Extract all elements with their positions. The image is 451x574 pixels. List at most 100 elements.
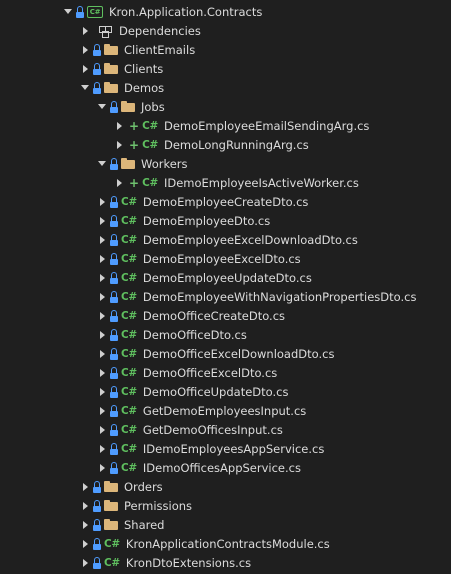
tree-item-cs[interactable]: C# IDemoEmployeesAppService.cs [0, 439, 451, 458]
tree-item-label: IDemoEmployeeIsActiveWorker.cs [163, 175, 359, 190]
chevron-right-icon[interactable] [81, 501, 89, 511]
chevron-right-icon[interactable] [81, 520, 89, 530]
tree-item-cs[interactable]: C# DemoOfficeUpdateDto.cs [0, 382, 451, 401]
lock-icon [93, 537, 101, 550]
chevron-right-icon[interactable] [98, 406, 106, 416]
chevron-right-icon[interactable] [98, 216, 106, 226]
tree-item-label: DemoEmployeeWithNavigationPropertiesDto.… [142, 289, 417, 304]
csharp-file-icon: C# [142, 138, 158, 151]
csharp-file-icon: C# [121, 423, 137, 436]
chevron-right-icon[interactable] [98, 368, 106, 378]
tree-item-label: KronApplicationContractsModule.cs [125, 536, 330, 551]
tree-item-cs[interactable]: C# DemoEmployeeExcelDownloadDto.cs [0, 230, 451, 249]
chevron-right-icon[interactable] [98, 254, 106, 264]
chevron-right-icon[interactable] [81, 45, 89, 55]
tree-item-cs[interactable]: C# DemoEmployeeDto.cs [0, 211, 451, 230]
tree-item-cs[interactable]: C# GetDemoEmployeesInput.cs [0, 401, 451, 420]
tree-item-folder[interactable]: Permissions [0, 496, 451, 515]
lock-icon [110, 404, 118, 417]
tree-item-label: DemoOfficeExcelDto.cs [142, 365, 278, 380]
chevron-down-icon[interactable] [81, 83, 89, 93]
chevron-right-icon[interactable] [81, 26, 89, 36]
tree-item-folder[interactable]: ClientEmails [0, 40, 451, 59]
tree-item-cs[interactable]: C# DemoOfficeExcelDto.cs [0, 363, 451, 382]
tree-item-project[interactable]: C# Kron.Application.Contracts [0, 2, 451, 21]
chevron-right-icon[interactable] [98, 349, 106, 359]
chevron-right-icon[interactable] [81, 64, 89, 74]
chevron-right-icon[interactable] [98, 235, 106, 245]
folder-icon [104, 63, 118, 74]
chevron-down-icon[interactable] [64, 7, 72, 17]
tree-item-label: DemoEmployeeUpdateDto.cs [142, 270, 312, 285]
tree-item-label: ClientEmails [124, 42, 196, 57]
tree-item-cs[interactable]: C# DemoEmployeeExcelDto.cs [0, 249, 451, 268]
tree-item-cs[interactable]: C# DemoEmployeeUpdateDto.cs [0, 268, 451, 287]
chevron-down-icon[interactable] [98, 159, 106, 169]
chevron-right-icon[interactable] [81, 558, 89, 568]
folder-icon [104, 481, 118, 492]
tree-item-label: DemoOfficeExcelDownloadDto.cs [142, 346, 335, 361]
csharp-file-icon: C# [121, 309, 137, 322]
csharp-file-icon: C# [121, 328, 137, 341]
chevron-right-icon[interactable] [115, 178, 123, 188]
tree-item-label: DemoEmployeeDto.cs [142, 213, 271, 228]
chevron-right-icon[interactable] [115, 140, 123, 150]
lock-icon [110, 366, 118, 379]
tree-item-folder[interactable]: Jobs [0, 97, 451, 116]
tree-item-folder[interactable]: Orders [0, 477, 451, 496]
lock-icon [110, 271, 118, 284]
tree-item-label: DemoEmployeeExcelDownloadDto.cs [142, 232, 358, 247]
lock-icon [93, 556, 101, 569]
lock-icon [110, 423, 118, 436]
tree-item-cs[interactable]: + C# DemoEmployeeEmailSendingArg.cs [0, 116, 451, 135]
tree-item-label: IDemoOfficesAppService.cs [142, 460, 301, 475]
dependencies-icon [97, 25, 113, 38]
tree-item-label: Workers [141, 156, 188, 171]
csharp-file-icon: C# [121, 290, 137, 303]
csharp-project-icon: C# [87, 5, 103, 18]
tree-item-cs[interactable]: C# DemoOfficeExcelDownloadDto.cs [0, 344, 451, 363]
lock-icon [93, 62, 101, 75]
folder-icon [104, 44, 118, 55]
chevron-right-icon[interactable] [98, 311, 106, 321]
chevron-right-icon[interactable] [98, 330, 106, 340]
folder-icon [121, 101, 135, 112]
chevron-right-icon[interactable] [98, 292, 106, 302]
chevron-right-icon[interactable] [98, 463, 106, 473]
tree-item-cs[interactable]: C# KronApplicationContractsModule.cs [0, 534, 451, 553]
tree-item-label: Orders [124, 479, 163, 494]
tree-item-folder[interactable]: Clients [0, 59, 451, 78]
chevron-right-icon[interactable] [98, 197, 106, 207]
tree-item-cs[interactable]: C# DemoEmployeeCreateDto.cs [0, 192, 451, 211]
tree-item-cs[interactable]: C# IDemoOfficesAppService.cs [0, 458, 451, 477]
chevron-right-icon[interactable] [98, 444, 106, 454]
lock-icon [93, 43, 101, 56]
tree-item-cs[interactable]: + C# IDemoEmployeeIsActiveWorker.cs [0, 173, 451, 192]
tree-item-cs[interactable]: C# DemoOfficeCreateDto.cs [0, 306, 451, 325]
chevron-right-icon[interactable] [115, 121, 123, 131]
csharp-file-icon: C# [121, 214, 137, 227]
chevron-right-icon[interactable] [81, 482, 89, 492]
chevron-right-icon[interactable] [81, 539, 89, 549]
tree-item-cs[interactable]: C# DemoEmployeeWithNavigationPropertiesDt… [0, 287, 451, 306]
tree-item-folder[interactable]: Workers [0, 154, 451, 173]
chevron-right-icon[interactable] [98, 387, 106, 397]
chevron-right-icon[interactable] [98, 273, 106, 283]
csharp-file-icon: C# [121, 461, 137, 474]
tree-item-label: GetDemoEmployeesInput.cs [142, 403, 307, 418]
chevron-down-icon[interactable] [98, 102, 106, 112]
tree-item-cs[interactable]: C# DemoOfficeDto.cs [0, 325, 451, 344]
chevron-right-icon[interactable] [98, 425, 106, 435]
tree-item-folder[interactable]: Demos [0, 78, 451, 97]
tree-item-dependencies[interactable]: Dependencies [0, 21, 451, 40]
tree-item-cs[interactable]: + C# DemoLongRunningArg.cs [0, 135, 451, 154]
tree-item-cs[interactable]: C# GetDemoOfficesInput.cs [0, 420, 451, 439]
tree-item-cs[interactable]: C# KronDtoExtensions.cs [0, 553, 451, 572]
lock-icon [110, 347, 118, 360]
added-icon: + [129, 137, 140, 152]
csharp-file-icon: C# [121, 271, 137, 284]
tree-item-folder[interactable]: Shared [0, 515, 451, 534]
csharp-file-icon: C# [142, 119, 158, 132]
tree-item-label: DemoEmployeeExcelDto.cs [142, 251, 301, 266]
csharp-file-icon: C# [121, 252, 137, 265]
